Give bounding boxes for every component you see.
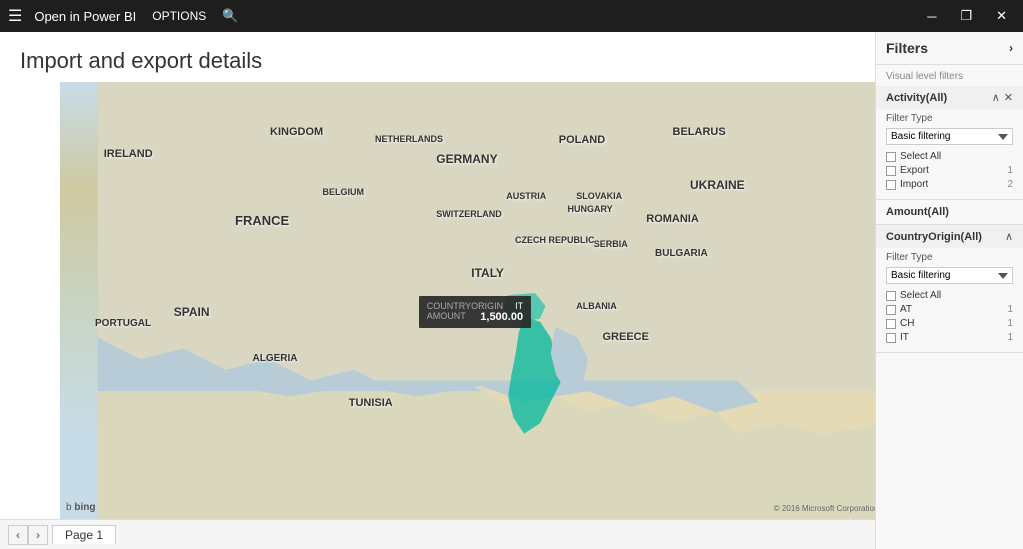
it-count: 1: [1007, 332, 1013, 343]
filters-expand-icon[interactable]: ›: [1009, 41, 1013, 55]
tooltip-country-value: IT: [515, 301, 523, 311]
prev-page-button[interactable]: ‹: [8, 525, 28, 545]
activity-remove-button[interactable]: ✕: [1004, 91, 1013, 104]
country-section-title: CountryOrigin(All): [886, 231, 982, 243]
at-count: 1: [1007, 304, 1013, 315]
country-filter-type-label: Filter Type: [876, 248, 1023, 265]
at-checkbox[interactable]: [886, 305, 896, 315]
ch-label: CH: [900, 318, 914, 329]
export-checkbox[interactable]: [886, 166, 896, 176]
at-label: AT: [900, 304, 912, 315]
map-visual[interactable]: Amount by CountryOrigin ⤢ ⋯: [60, 82, 875, 519]
activity-collapse-button[interactable]: ∧: [992, 91, 1000, 104]
menu-icon[interactable]: ☰: [8, 6, 22, 26]
amount-filter-section[interactable]: Amount(All): [876, 200, 1023, 225]
main-content: Import and export details Amount by Coun…: [0, 32, 1023, 549]
activity-filter-type-label: Filter Type: [876, 109, 1023, 126]
country-filter-item-at: AT 1: [886, 304, 1013, 315]
close-button[interactable]: ✕: [988, 6, 1015, 26]
search-icon[interactable]: 🔍: [222, 8, 238, 24]
country-filter-item-select-all: Select All: [886, 290, 1013, 301]
options-menu[interactable]: OPTIONS: [152, 9, 206, 23]
activity-filter-type-select[interactable]: Basic filtering Advanced filtering: [886, 128, 1013, 145]
country-section-controls: ∧: [1005, 230, 1013, 243]
restore-button[interactable]: ❐: [952, 6, 980, 26]
minimize-button[interactable]: ─: [919, 6, 944, 26]
export-count: 1: [1007, 165, 1013, 176]
visual-level-label: Visual level filters: [876, 65, 1023, 86]
ch-count: 1: [1007, 318, 1013, 329]
country-filter-items: Select All AT 1 CH 1: [876, 288, 1023, 352]
map-tooltip: COUNTRYORIGIN IT AMOUNT 1,500.00: [419, 296, 531, 328]
filters-panel: Filters › Visual level filters Activity(…: [875, 32, 1023, 549]
activity-section-title: Activity(All): [886, 92, 947, 104]
country-filter-item-ch: CH 1: [886, 318, 1013, 329]
filter-item-export: Export 1: [886, 165, 1013, 176]
activity-filter-items: Select All Export 1 Import 2: [876, 149, 1023, 199]
select-all-checkbox[interactable]: [886, 152, 896, 162]
amount-section-title: Amount(All): [886, 206, 949, 218]
country-select-all-checkbox[interactable]: [886, 291, 896, 301]
bing-logo: b bing: [66, 502, 95, 513]
activity-filter-section: Activity(All) ∧ ✕ Filter Type Basic filt…: [876, 86, 1023, 200]
import-count: 2: [1007, 179, 1013, 190]
map-background: Amount by CountryOrigin ⤢ ⋯: [60, 82, 875, 519]
activity-section-header[interactable]: Activity(All) ∧ ✕: [876, 86, 1023, 109]
ch-checkbox[interactable]: [886, 319, 896, 329]
map-copyright: © 2016 Microsoft Corporation © 2016 HERE: [774, 504, 875, 513]
tooltip-country-label: COUNTRYORIGIN: [427, 301, 503, 311]
export-label: Export: [900, 165, 929, 176]
tooltip-amount-value: 1,500.00: [480, 311, 523, 323]
country-select-all-label: Select All: [900, 290, 941, 301]
app-name: Open in Power BI: [34, 9, 136, 24]
it-checkbox[interactable]: [886, 333, 896, 343]
select-all-label: Select All: [900, 151, 941, 162]
country-collapse-button[interactable]: ∧: [1005, 230, 1013, 243]
window-controls: ─ ❐ ✕: [919, 6, 1015, 26]
import-label: Import: [900, 179, 928, 190]
tooltip-amount-label: AMOUNT: [427, 311, 466, 323]
country-filter-section: CountryOrigin(All) ∧ Filter Type Basic f…: [876, 225, 1023, 353]
filter-item-import: Import 2: [886, 179, 1013, 190]
import-checkbox[interactable]: [886, 180, 896, 190]
filters-title: Filters: [886, 40, 928, 56]
bottom-bar: ‹ › Page 1: [0, 519, 875, 549]
country-filter-type-select[interactable]: Basic filtering Advanced filtering: [886, 267, 1013, 284]
country-section-header[interactable]: CountryOrigin(All) ∧: [876, 225, 1023, 248]
filters-header: Filters ›: [876, 32, 1023, 65]
next-page-button[interactable]: ›: [28, 525, 48, 545]
page-1-tab[interactable]: Page 1: [52, 525, 116, 544]
it-label: IT: [900, 332, 909, 343]
filter-item-select-all: Select All: [886, 151, 1013, 162]
title-bar: ☰ Open in Power BI OPTIONS 🔍 ─ ❐ ✕: [0, 0, 1023, 32]
page-title: Import and export details: [0, 32, 875, 82]
report-area: Import and export details Amount by Coun…: [0, 32, 875, 549]
country-filter-item-it: IT 1: [886, 332, 1013, 343]
activity-section-controls: ∧ ✕: [992, 91, 1013, 104]
